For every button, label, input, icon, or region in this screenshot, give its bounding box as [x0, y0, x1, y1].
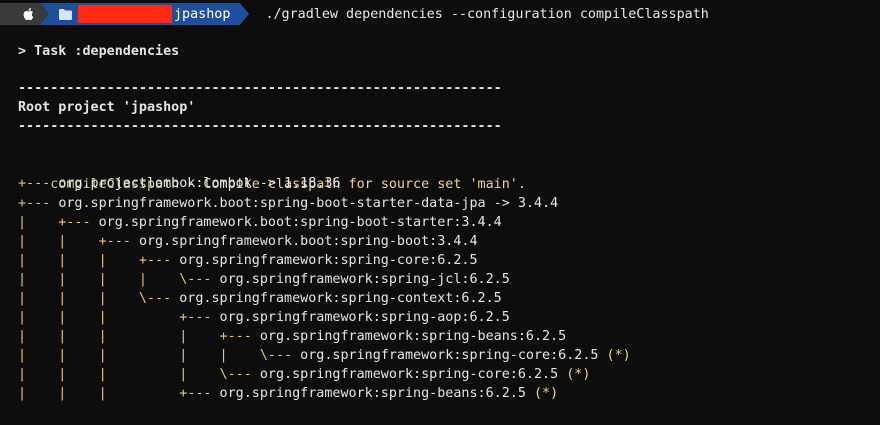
tree-prefix: | | | | \---	[18, 367, 260, 382]
tree-prefix: | | | +---	[18, 310, 220, 325]
dependency-text: org.springframework.boot:spring-boot-sta…	[58, 196, 559, 211]
current-directory: jpashop	[174, 6, 231, 22]
tree-prefix: | | +---	[18, 234, 139, 249]
command-text: ./gradlew dependencies --configuration c…	[265, 6, 709, 22]
prompt-dir-segment: jpashop	[49, 3, 241, 25]
classpath-line: compileClasspath - Compile classpath for…	[18, 155, 526, 192]
terminal-window[interactable]: jpashop ./gradlew dependencies --configu…	[0, 0, 880, 425]
dependency-line: | | +--- org.springframework.boot:spring…	[18, 232, 478, 252]
tree-prefix: | | | \---	[18, 291, 180, 306]
tree-prefix: | | | | +---	[18, 329, 260, 344]
redacted-path	[78, 5, 172, 23]
dependency-line: | | | | \--- org.springframework:spring-…	[18, 365, 590, 385]
apple-icon	[23, 8, 34, 21]
dependency-text: org.springframework:spring-core:6.2.5	[179, 253, 478, 268]
tree-prefix: | | | +---	[18, 386, 220, 401]
dependency-text: org.springframework:spring-context:6.2.5	[179, 291, 502, 306]
tree-prefix: +---	[18, 176, 59, 191]
task-line: > Task :dependencies	[18, 44, 180, 59]
dependency-omitted-mark: (*)	[558, 367, 591, 382]
rule-top: ----------------------------------------…	[18, 81, 502, 96]
dependency-text: org.springframework:spring-aop:6.2.5	[219, 310, 510, 325]
dependency-text: org.springframework:spring-beans:6.2.5	[259, 329, 567, 344]
shell-prompt: jpashop ./gradlew dependencies --configu…	[0, 3, 709, 25]
dependency-text: org.springframework.boot:spring-boot:3.4…	[138, 234, 478, 249]
dependency-omitted-mark: (*)	[598, 348, 631, 363]
tree-prefix: | | | +---	[18, 253, 180, 268]
dependency-line: | | | | +--- org.springframework:spring-…	[18, 327, 566, 347]
prompt-os-segment	[0, 3, 40, 25]
dependency-text: org.springframework.boot:spring-boot-sta…	[98, 215, 502, 230]
tree-prefix: | +---	[18, 215, 99, 230]
tree-prefix: +---	[18, 196, 59, 211]
tree-prefix: | | | | \---	[18, 272, 220, 287]
dependency-text: org.springframework:spring-core:6.2.5	[259, 367, 559, 382]
dependency-line: | | | | | \--- org.springframework:sprin…	[18, 346, 631, 366]
dependency-line: | | | +--- org.springframework:spring-co…	[18, 251, 478, 271]
dependency-line: | | | | \--- org.springframework:spring-…	[18, 270, 510, 290]
dependency-line: | | | +--- org.springframework:spring-ao…	[18, 308, 510, 328]
prompt-separator	[240, 3, 250, 25]
dependency-omitted-mark: (*)	[525, 386, 559, 401]
rule-bottom: ----------------------------------------…	[18, 119, 502, 134]
dependency-line: +--- org.springframework.boot:spring-boo…	[18, 194, 558, 214]
prompt-separator	[40, 3, 49, 25]
tree-prefix: | | | | | \---	[18, 348, 301, 363]
dependency-line: | +--- org.springframework.boot:spring-b…	[18, 213, 502, 233]
dependency-text: org.springframework:spring-core:6.2.5	[300, 348, 599, 363]
dependency-text: org.projectlombok:lombok -> 1.18.36	[58, 176, 341, 191]
dependency-text: org.springframework:spring-jcl:6.2.5	[219, 272, 510, 287]
dependency-line: | | | \--- org.springframework:spring-co…	[18, 289, 502, 309]
dependency-line: | | | +--- org.springframework:spring-be…	[18, 384, 558, 404]
root-project-line: Root project 'jpashop'	[18, 100, 196, 115]
dependency-line: +--- org.projectlombok:lombok -> 1.18.36	[18, 174, 340, 194]
folder-icon	[59, 8, 72, 20]
dependency-text: org.springframework:spring-beans:6.2.5	[219, 386, 526, 401]
